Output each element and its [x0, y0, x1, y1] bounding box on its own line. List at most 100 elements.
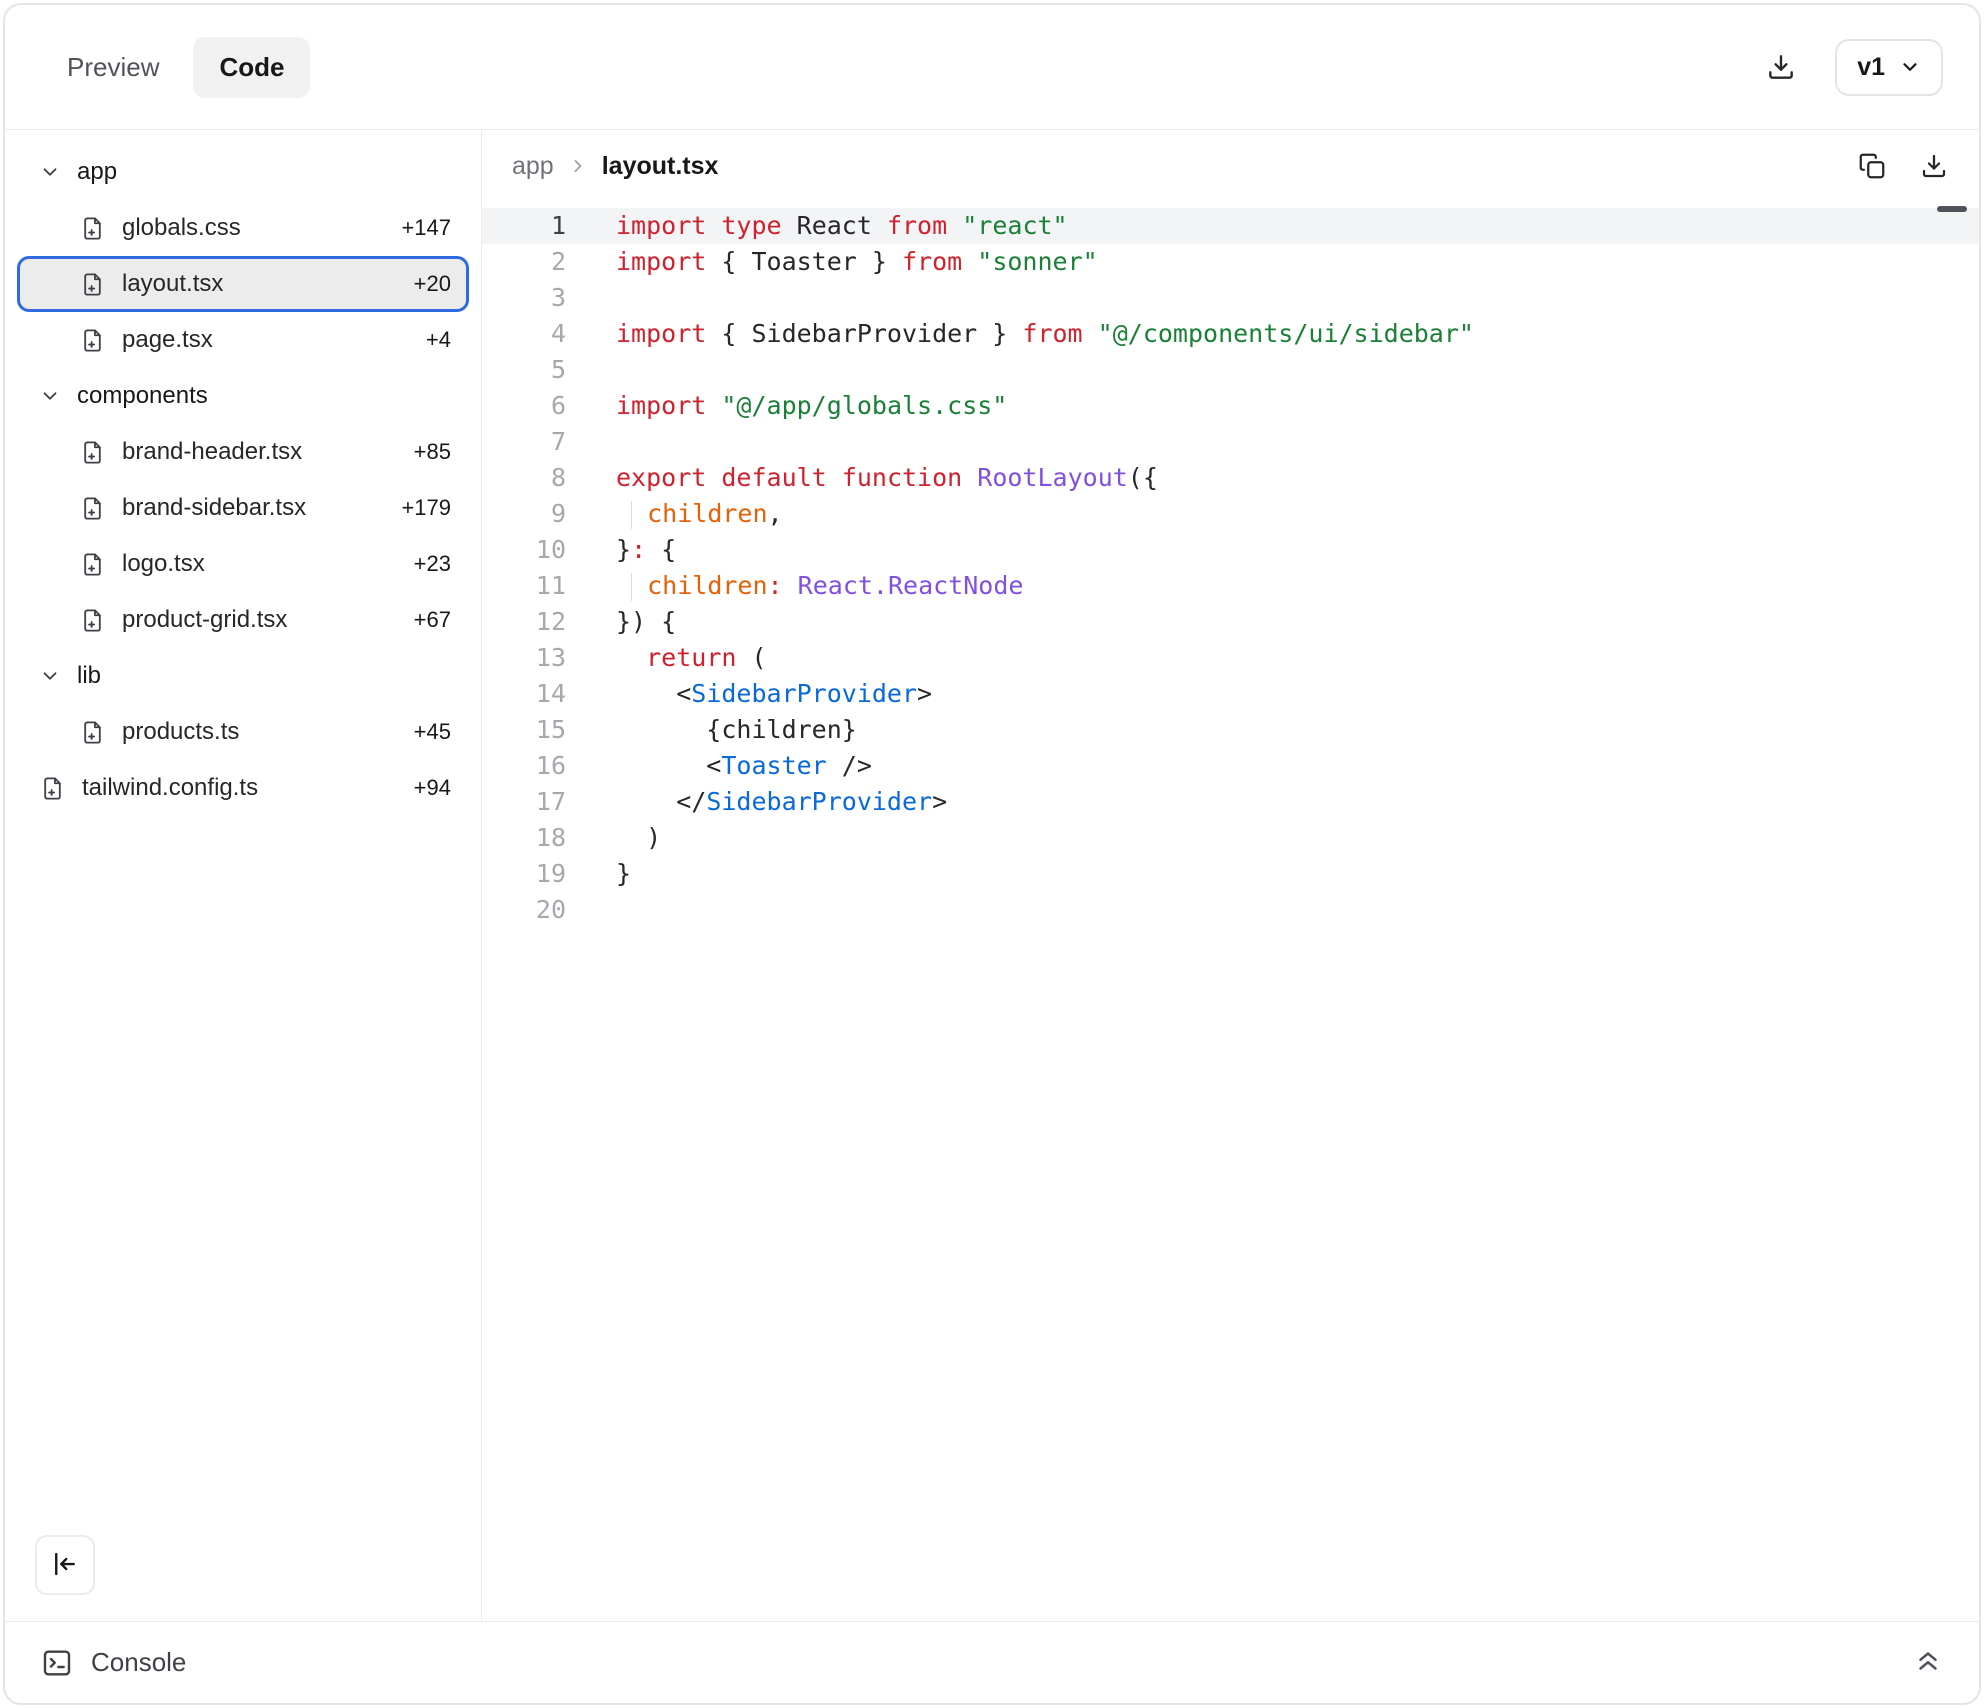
diff-count-badge: +45: [414, 719, 451, 745]
line-content: [566, 892, 616, 928]
code-line-16[interactable]: 16 <Toaster />: [482, 748, 1979, 784]
line-number: 11: [482, 568, 566, 604]
toolbar-actions: v1: [1765, 39, 1943, 96]
file-icon: [79, 719, 106, 746]
code-line-12[interactable]: 12}) {: [482, 604, 1979, 640]
chevron-right-icon: [568, 156, 588, 176]
breadcrumb-folder[interactable]: app: [512, 152, 554, 181]
file-icon: [79, 215, 106, 242]
folder-label: components: [77, 382, 208, 410]
line-content: import "@/app/globals.css": [566, 388, 1007, 424]
code-line-6[interactable]: 6import "@/app/globals.css": [482, 388, 1979, 424]
breadcrumb: app layout.tsx: [482, 130, 1979, 202]
copy-code-button[interactable]: [1857, 151, 1887, 181]
code-line-15[interactable]: 15 {children}: [482, 712, 1979, 748]
file-brand-header.tsx[interactable]: brand-header.tsx +85: [17, 424, 469, 480]
code-line-9[interactable]: 9 children,: [482, 496, 1979, 532]
line-content: }) {: [566, 604, 676, 640]
chevron-down-icon: [39, 665, 61, 687]
line-number: 2: [482, 244, 566, 280]
line-content: return (: [566, 640, 767, 676]
file-label: brand-sidebar.tsx: [122, 494, 306, 522]
code-line-19[interactable]: 19}: [482, 856, 1979, 892]
file-icon: [39, 775, 66, 802]
folder-app[interactable]: app: [17, 144, 469, 200]
file-logo.tsx[interactable]: logo.tsx+23: [17, 536, 469, 592]
version-dropdown[interactable]: v1: [1835, 39, 1943, 96]
chevron-down-icon: [39, 385, 61, 407]
code-line-14[interactable]: 14 <SidebarProvider>: [482, 676, 1979, 712]
copy-icon: [1857, 151, 1887, 181]
code-line-5[interactable]: 5: [482, 352, 1979, 388]
download-code-button[interactable]: [1919, 151, 1949, 181]
line-number: 20: [482, 892, 566, 928]
tab-code[interactable]: Code: [193, 37, 310, 98]
line-number: 16: [482, 748, 566, 784]
code-line-18[interactable]: 18 ): [482, 820, 1979, 856]
code-line-11[interactable]: 11 children: React.ReactNode: [482, 568, 1979, 604]
file-icon: [79, 551, 106, 578]
folder-lib[interactable]: lib: [17, 648, 469, 704]
code-line-3[interactable]: 3: [482, 280, 1979, 316]
file-icon: [79, 607, 106, 634]
line-number: 19: [482, 856, 566, 892]
line-number: 12: [482, 604, 566, 640]
line-content: [566, 280, 616, 316]
file-layout.tsx[interactable]: layout.tsx+20: [17, 256, 469, 312]
panel-body: appglobals.css+147layout.tsx+20page.tsx+…: [5, 130, 1979, 1621]
code-line-4[interactable]: 4import { SidebarProvider } from "@/comp…: [482, 316, 1979, 352]
download-button[interactable]: [1765, 51, 1797, 83]
file-products.ts[interactable]: products.ts +45: [17, 704, 469, 760]
code-line-8[interactable]: 8export default function RootLayout({: [482, 460, 1979, 496]
code-line-13[interactable]: 13 return (: [482, 640, 1979, 676]
folder-components[interactable]: components: [17, 368, 469, 424]
scrollbar-thumb[interactable]: [1937, 206, 1967, 212]
line-number: 4: [482, 316, 566, 352]
line-number: 6: [482, 388, 566, 424]
collapse-sidebar-button[interactable]: [35, 1535, 95, 1595]
file-product-grid.tsx[interactable]: product-grid.tsx+67: [17, 592, 469, 648]
line-content: }: {: [566, 532, 676, 568]
line-content: children,: [566, 496, 783, 532]
console-bar[interactable]: Console: [5, 1621, 1979, 1703]
code-line-7[interactable]: 7: [482, 424, 1979, 460]
file-globals.css[interactable]: globals.css+147: [17, 200, 469, 256]
collapse-sidebar-icon: [50, 1549, 80, 1582]
code-editor[interactable]: 1import type React from "react"2import {…: [482, 202, 1979, 1621]
line-number: 15: [482, 712, 566, 748]
file-label: layout.tsx: [122, 270, 223, 298]
expand-console-button[interactable]: [1913, 1646, 1943, 1679]
code-line-17[interactable]: 17 </SidebarProvider>: [482, 784, 1979, 820]
code-line-2[interactable]: 2import { Toaster } from "sonner": [482, 244, 1979, 280]
code-line-1[interactable]: 1import type React from "react": [482, 208, 1979, 244]
line-number: 17: [482, 784, 566, 820]
code-line-10[interactable]: 10}: {: [482, 532, 1979, 568]
file-label: logo.tsx: [122, 550, 205, 578]
line-content: <SidebarProvider>: [566, 676, 932, 712]
line-number: 13: [482, 640, 566, 676]
view-tabs: Preview Code: [41, 37, 310, 98]
code-line-20[interactable]: 20: [482, 892, 1979, 928]
file-tailwind.config.ts[interactable]: tailwind.config.ts+94: [17, 760, 469, 816]
line-content: </SidebarProvider>: [566, 784, 947, 820]
file-label: products.ts: [122, 718, 239, 746]
file-explorer: appglobals.css+147layout.tsx+20page.tsx+…: [5, 130, 482, 1621]
line-number: 14: [482, 676, 566, 712]
file-brand-sidebar.tsx[interactable]: brand-sidebar.tsx +179: [17, 480, 469, 536]
code-lines: 1import type React from "react"2import {…: [482, 208, 1979, 928]
diff-count-badge: +179: [401, 495, 451, 521]
file-label: brand-header.tsx: [122, 438, 302, 466]
file-label: product-grid.tsx: [122, 606, 287, 634]
line-content: ): [566, 820, 661, 856]
line-number: 3: [482, 280, 566, 316]
diff-count-badge: +85: [414, 439, 451, 465]
toolbar: Preview Code v1: [5, 5, 1979, 130]
folder-label: lib: [77, 662, 101, 690]
line-content: }: [566, 856, 631, 892]
file-label: page.tsx: [122, 326, 213, 354]
file-page.tsx[interactable]: page.tsx+4: [17, 312, 469, 368]
tab-preview[interactable]: Preview: [41, 37, 185, 98]
line-number: 1: [482, 208, 566, 244]
diff-count-badge: +94: [414, 775, 451, 801]
line-content: export default function RootLayout({: [566, 460, 1158, 496]
